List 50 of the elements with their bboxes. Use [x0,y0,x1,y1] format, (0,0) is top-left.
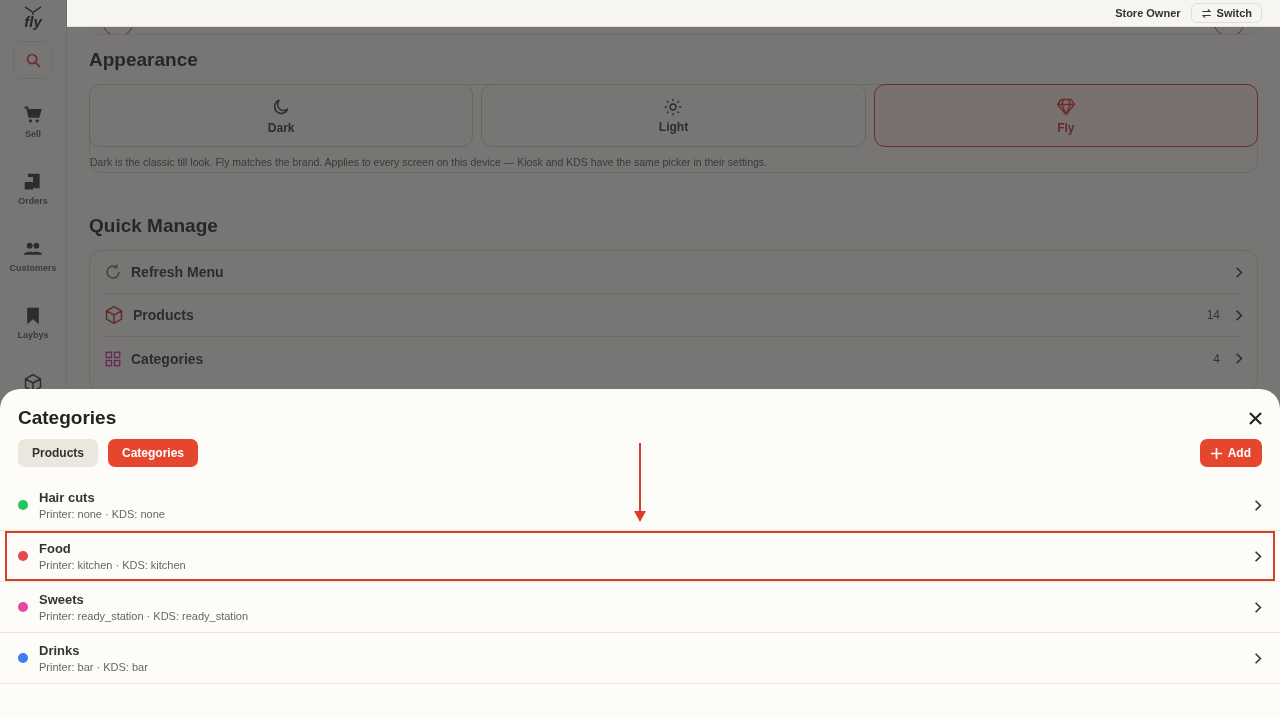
category-details: Printer: kitchen · KDS: kitchen [39,559,187,571]
nav-item[interactable]: Laybys [2,299,64,347]
category-details: Printer: bar · KDS: bar [39,661,149,673]
grid-icon [104,349,122,368]
refresh-icon [104,263,122,281]
chevron-icon [1254,549,1262,563]
box-icon [104,305,124,325]
quick-manage-item[interactable]: Refresh Menu [104,251,1243,294]
cart-icon [23,105,43,125]
chevron-icon [1235,352,1243,365]
chevron-icon [1235,308,1243,322]
category-row[interactable]: Drinks Printer: bar · KDS: bar [5,633,1275,683]
section-title: Appearance [89,49,199,71]
user-role: Store Owner [1115,7,1181,19]
theme-option[interactable]: Fly [873,84,1258,147]
swap-icon [1200,7,1212,19]
plus-icon [1210,447,1222,459]
category-row[interactable]: Food Printer: kitchen · KDS: kitchen [5,531,1275,581]
category-name: Sweets [39,592,85,607]
receipt-icon [23,172,43,192]
switch-button[interactable]: Switch [1190,3,1262,23]
logo: fly [24,6,42,29]
category-details: Printer: ready_station · KDS: ready_station [39,610,250,622]
chevron-icon [1254,600,1262,614]
add-button[interactable]: Add [1199,439,1262,467]
item-count: 14 [1206,308,1220,322]
quick-manage-item[interactable]: Products 14 [104,294,1243,337]
category-details: Printer: none · KDS: none [39,508,166,520]
category-name: Food [39,541,72,556]
nav-item[interactable]: Customers [2,232,64,280]
tab[interactable]: Products [18,439,98,467]
quick-manage-item[interactable]: Categories 4 [104,337,1243,380]
category-row[interactable]: Sweets Printer: ready_station · KDS: ready_station [5,582,1275,632]
nav-item[interactable]: Sell [2,98,64,146]
item-count: 4 [1213,351,1220,366]
diamond-icon [1055,96,1076,117]
sheet-title: Categories [18,407,117,429]
chevron-icon [1235,265,1243,279]
section-title: Quick Manage [89,215,219,237]
theme-option[interactable]: Light [481,84,866,147]
nav-item[interactable]: Orders [2,165,64,213]
theme-option[interactable]: Dark [89,84,474,147]
tab[interactable]: Categories [108,439,199,467]
chevron-icon [1254,651,1262,665]
sun-icon [664,97,683,116]
close-icon[interactable] [1249,411,1262,425]
category-name: Drinks [39,643,81,658]
chevron-icon [1254,498,1262,512]
search-icon [24,51,42,69]
category-name: Hair cuts [39,490,96,505]
